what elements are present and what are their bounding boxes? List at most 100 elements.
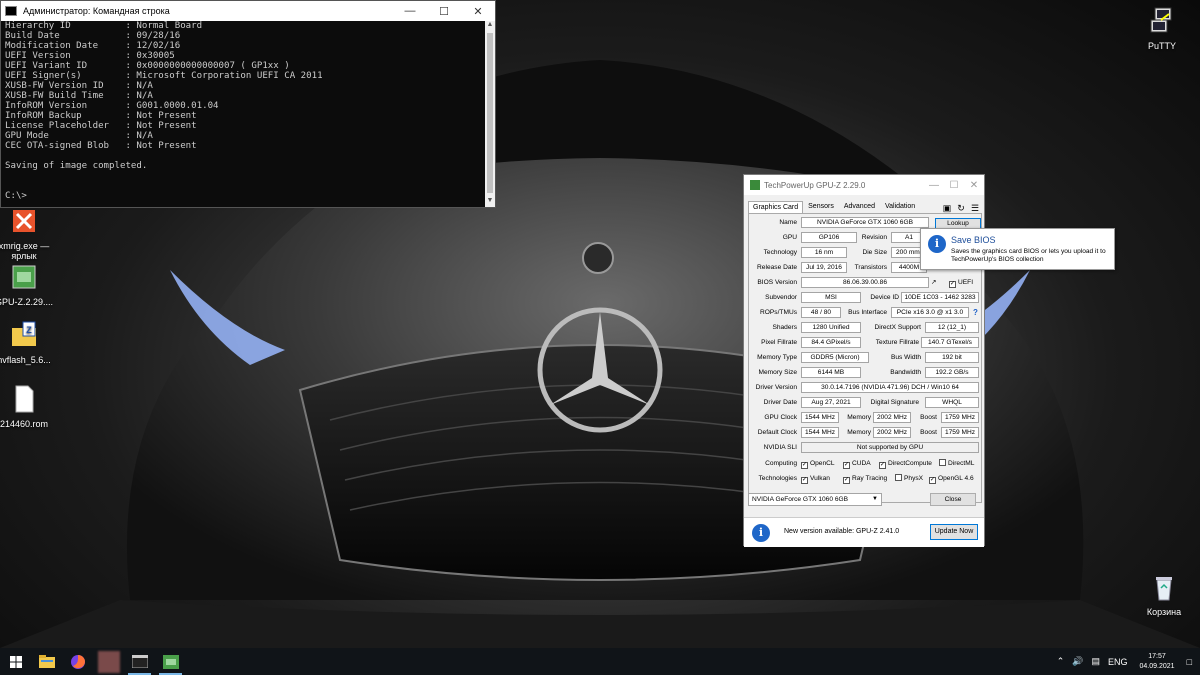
info-icon: i bbox=[928, 235, 946, 253]
gpuz-tabs: Graphics Card Sensors Advanced Validatio… bbox=[748, 199, 980, 213]
label-memory-size: Memory Size bbox=[758, 369, 797, 376]
clock-date: 04.09.2021 bbox=[1139, 662, 1175, 670]
label-digital-signature: Digital Signature bbox=[870, 399, 919, 406]
taskbar-file-explorer[interactable] bbox=[31, 648, 62, 675]
field-gpu: GP106 bbox=[801, 232, 857, 243]
cmd-scrollbar[interactable]: ▲ ▼ bbox=[485, 21, 495, 207]
tab-advanced[interactable]: Advanced bbox=[839, 200, 880, 213]
close-button[interactable]: ✕ bbox=[964, 180, 984, 191]
label-technology: Technology bbox=[763, 249, 797, 256]
checkbox-icon: ✓ bbox=[843, 477, 850, 484]
field-directx-support: 12 (12_1) bbox=[925, 322, 979, 333]
desktop-icon-xmrig[interactable]: xmrig.exe — ярлык bbox=[0, 206, 56, 261]
cmd-output-line: UEFI Signer(s) : Microsoft Corporation U… bbox=[5, 71, 323, 81]
keyboard-language[interactable]: ENG bbox=[1108, 657, 1128, 667]
archive-folder-icon: Z bbox=[12, 321, 36, 346]
checkbox-icon: ✓ bbox=[801, 477, 808, 484]
checkbox-label: OpenGL 4.6 bbox=[938, 475, 974, 482]
desktop-icon-gpuz[interactable]: GPU-Z.2.29.... bbox=[0, 262, 56, 307]
cmd-output[interactable]: Hierarchy ID : Normal Board Build Date : … bbox=[5, 21, 483, 207]
desktop-icon-label: GPU-Z.2.29.... bbox=[0, 297, 54, 307]
cmd-output-line: XUSB-FW Version ID : N/A bbox=[5, 81, 153, 91]
scroll-up-arrow-icon[interactable]: ▲ bbox=[485, 21, 495, 31]
blurred-app-icon bbox=[97, 650, 120, 673]
checkbox-physx[interactable]: PhysX bbox=[895, 472, 923, 485]
start-button[interactable] bbox=[0, 648, 31, 675]
refresh-icon[interactable]: ↻ bbox=[956, 203, 966, 213]
scroll-down-arrow-icon[interactable]: ▼ bbox=[485, 197, 495, 207]
tab-validation[interactable]: Validation bbox=[880, 200, 920, 213]
gpu-select-dropdown[interactable]: NVIDIA GeForce GTX 1060 6GB ▼ bbox=[748, 493, 882, 506]
checkbox-ray-tracing[interactable]: ✓ Ray Tracing bbox=[843, 472, 887, 485]
cmd-window-title: Администратор: Командная строка bbox=[23, 6, 170, 16]
putty-icon bbox=[1150, 7, 1172, 33]
cmd-titlebar[interactable]: Администратор: Командная строка — ☐ ✕ bbox=[1, 1, 495, 21]
cmd-window[interactable]: Администратор: Командная строка — ☐ ✕ Hi… bbox=[0, 0, 496, 208]
minimize-button[interactable]: — bbox=[393, 1, 427, 21]
gpuz-titlebar[interactable]: TechPowerUp GPU-Z 2.29.0 — ☐ ✕ bbox=[744, 175, 984, 195]
clock-time: 17:57 bbox=[1148, 652, 1166, 660]
save-bios-icon[interactable]: ↗ bbox=[931, 276, 939, 289]
cmd-icon bbox=[5, 6, 17, 16]
cmd-output-line bbox=[5, 171, 483, 181]
clock[interactable]: 17:57 04.09.2021 bbox=[1140, 652, 1175, 672]
tab-sensors[interactable]: Sensors bbox=[803, 200, 839, 213]
taskbar-gpuz[interactable] bbox=[155, 648, 186, 675]
network-icon[interactable]: ▤ bbox=[1091, 656, 1100, 667]
file-icon bbox=[15, 385, 34, 413]
label-gpu: GPU bbox=[782, 234, 797, 241]
close-gpuz-button[interactable]: Close bbox=[930, 493, 976, 506]
checkbox-directml[interactable]: DirectML bbox=[939, 457, 974, 470]
scrollbar-thumb[interactable] bbox=[487, 33, 493, 193]
menu-icon[interactable]: ☰ bbox=[970, 203, 980, 213]
minimize-button[interactable]: — bbox=[924, 180, 944, 191]
maximize-button[interactable]: ☐ bbox=[944, 180, 964, 191]
volume-icon[interactable]: 🔊 bbox=[1072, 656, 1083, 667]
gpuz-bottom-bar: NVIDIA GeForce GTX 1060 6GB ▼ Close bbox=[748, 493, 980, 507]
desktop-icon-nvflash[interactable]: Z nvflash_5.6... bbox=[0, 320, 56, 365]
taskbar-firefox[interactable] bbox=[62, 648, 93, 675]
folder-icon bbox=[38, 655, 55, 668]
tab-graphics-card[interactable]: Graphics Card bbox=[748, 201, 804, 213]
xmrig-icon bbox=[13, 210, 35, 232]
notifications-icon[interactable]: □ bbox=[1187, 657, 1192, 667]
desktop-icon-rom[interactable]: 214460.rom bbox=[0, 384, 56, 429]
cmd-output-line: License Placeholder : Not Present bbox=[5, 121, 197, 131]
gpuz-window-title: TechPowerUp GPU-Z 2.29.0 bbox=[764, 180, 866, 190]
field-bandwidth: 192.2 GB/s bbox=[925, 367, 979, 378]
recycle-bin-icon bbox=[1156, 577, 1172, 601]
label-rops-tmus: ROPs/TMUs bbox=[760, 309, 797, 316]
checkbox-opencl[interactable]: ✓ OpenCL bbox=[801, 457, 835, 470]
update-now-button[interactable]: Update Now bbox=[930, 524, 978, 540]
checkbox-icon: ✓ bbox=[843, 462, 850, 469]
checkbox-directcompute[interactable]: ✓ DirectCompute bbox=[879, 457, 932, 470]
cmd-output-line: Build Date : 09/28/16 bbox=[5, 31, 181, 41]
label-shaders: Shaders bbox=[772, 324, 797, 331]
camera-icon[interactable]: ▣ bbox=[942, 203, 952, 213]
checkbox-cuda[interactable]: ✓ CUDA bbox=[843, 457, 871, 470]
uefi-checkbox[interactable]: ✓ UEFI bbox=[949, 276, 973, 289]
field-device-id: 10DE 1C03 - 1462 3283 bbox=[901, 292, 979, 303]
svg-text:Z: Z bbox=[26, 325, 32, 335]
checkbox-icon bbox=[895, 474, 902, 481]
field-bus-width: 192 bit bbox=[925, 352, 979, 363]
close-button[interactable]: ✕ bbox=[461, 1, 495, 21]
gpu-select-value: NVIDIA GeForce GTX 1060 6GB bbox=[752, 496, 849, 503]
field-bus-interface: PCIe x16 3.0 @ x1 3.0 bbox=[891, 307, 969, 318]
cmd-output-line: UEFI Variant ID : 0x0000000000000007 ( G… bbox=[5, 61, 290, 71]
checkbox-vulkan[interactable]: ✓ Vulkan bbox=[801, 472, 830, 485]
chevron-up-icon[interactable]: ⌃ bbox=[1057, 656, 1065, 667]
maximize-button[interactable]: ☐ bbox=[427, 1, 461, 21]
desktop-icon-recycle-bin[interactable]: Корзина bbox=[1132, 572, 1196, 617]
field-pixel-fillrate: 84.4 GPixel/s bbox=[801, 337, 861, 348]
cmd-output-line: InfoROM Backup : Not Present bbox=[5, 111, 197, 121]
field-memory-clock: 2002 MHz bbox=[873, 412, 911, 423]
windows-logo-icon bbox=[9, 655, 22, 668]
taskbar-cmd[interactable] bbox=[124, 648, 155, 675]
system-tray: ⌃ 🔊 ▤ ENG 17:57 04.09.2021 □ bbox=[1053, 648, 1200, 675]
cmd-output-line: GPU Mode : N/A bbox=[5, 131, 153, 141]
taskbar-blurred-app[interactable] bbox=[93, 648, 124, 675]
checkbox-opengl[interactable]: ✓ OpenGL 4.6 bbox=[929, 472, 974, 485]
bus-help-icon[interactable]: ? bbox=[973, 306, 978, 319]
desktop-icon-putty[interactable]: PuTTY bbox=[1130, 6, 1194, 51]
